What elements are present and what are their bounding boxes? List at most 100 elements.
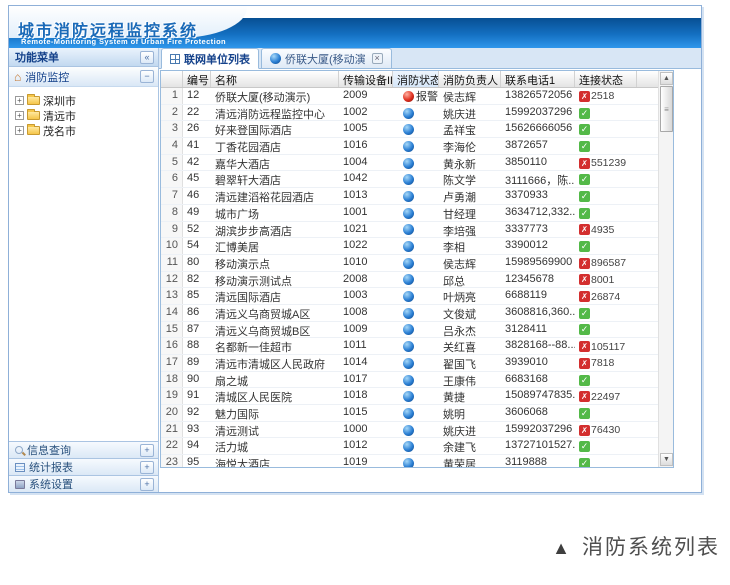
cell-connection: ✗7818 [575,355,637,371]
cell-fire-status [393,138,439,154]
cell-person: 侯志辉 [439,255,501,271]
table-row[interactable]: 645碧翠轩大酒店1042陈文学3111666，陈...✓ [161,171,658,188]
cell-name: 嘉华大酒店 [211,155,339,171]
normal-status-icon [403,224,414,235]
table-row[interactable]: 1789清远市清城区人民政府1014翟国飞3939010✗7818 [161,355,658,372]
table-row[interactable]: 1486清远义乌商贸城A区1008文俊斌3608816,360...✓ [161,305,658,322]
accordion-item-settings[interactable]: 系统设置 + [9,475,158,492]
scroll-thumb[interactable]: ≡ [660,86,673,132]
table-row[interactable]: 746清远建滔裕花园酒店1013卢勇潮3370933✓ [161,188,658,205]
tree-item-qingyuan[interactable]: + 清远市 [15,108,154,123]
col-number[interactable]: 编号 [183,71,211,87]
table-row[interactable]: 2294活力城1012余建飞13727101527...✓ [161,438,658,455]
col-filler [637,71,658,87]
accordion-expand-button[interactable]: + [140,478,154,491]
cell-person: 李培强 [439,222,501,238]
accordion-item-info-query[interactable]: 信息查询 + [9,441,158,458]
tab-network-units[interactable]: 联网单位列表 [161,48,259,69]
cell-name: 海悦大酒店 [211,455,339,467]
table-row[interactable]: 222清远消防远程监控中心1002姚庆进15992037296✓ [161,105,658,122]
cell-device-id: 1017 [339,372,393,388]
sidebar-title: 功能菜单 [15,49,140,65]
disconnected-cross-icon: ✗ [579,91,590,102]
accordion-item-statistics[interactable]: 统计报表 + [9,458,158,475]
table-row[interactable]: 2395海悦大酒店1019黄荣居3119888✓ [161,455,658,467]
table-row[interactable]: 2092魅力国际1015姚明3606068✓ [161,405,658,422]
col-person[interactable]: 消防负责人 [439,71,501,87]
table-row[interactable]: 441丁香花园酒店1016李海伦3872657✓ [161,138,658,155]
table-row[interactable]: 952湖滨步步高酒店1021李培强3337773✗4935 [161,222,658,239]
group-collapse-button[interactable]: − [140,70,154,83]
table-row[interactable]: 326好来登国际酒店1005孟祥宝15626666056✓ [161,121,658,138]
grid-vertical-scrollbar[interactable]: ▲ ≡ ▼ [658,71,673,467]
cell-connection: ✓ [575,188,637,204]
accordion-expand-button[interactable]: + [140,461,154,474]
cell-number: 95 [183,455,211,467]
normal-status-icon [403,375,414,386]
cell-number: 22 [183,105,211,121]
table-row[interactable]: 1282移动演示测试点2008邱总12345678✗8001 [161,272,658,289]
cell-name: 丁香花园酒店 [211,138,339,154]
cell-number: 90 [183,372,211,388]
table-row[interactable]: 1587清远义乌商贸城B区1009吕永杰3128411✓ [161,322,658,339]
tree-item-label: 深圳市 [43,93,76,109]
col-connection[interactable]: 连接状态 [575,71,637,87]
expand-icon[interactable]: + [15,111,24,120]
col-device-id[interactable]: 传输设备ID [339,71,393,87]
cell-row-index: 17 [161,355,183,371]
cell-telephone: 3608816,360... [501,305,575,321]
col-fire-status[interactable]: 消防状态 [393,71,439,87]
cell-row-index: 22 [161,438,183,454]
table-row[interactable]: 112侨联大厦(移动演示)2009报警侯志辉13826572056✗2518 [161,88,658,105]
cell-name: 清城区人民医院 [211,388,339,404]
cell-device-id: 1015 [339,405,393,421]
tree-item-shenzhen[interactable]: + 深圳市 [15,93,154,108]
fire-status-label: 报警 [416,88,438,103]
cell-row-index: 5 [161,155,183,171]
cell-filler [637,305,658,321]
cell-device-id: 1022 [339,238,393,254]
table-row[interactable]: 2193清远测试1000姚庆进15992037296✗76430 [161,422,658,439]
sidebar-collapse-button[interactable]: « [140,51,154,64]
table-row[interactable]: 542嘉华大酒店1004黄永新3850110✗551239 [161,155,658,172]
cell-number: 91 [183,388,211,404]
close-tab-icon[interactable]: × [372,53,383,64]
cell-number: 85 [183,288,211,304]
table-row[interactable]: 1991清城区人民医院1018黄捷15089747835...✗22497 [161,388,658,405]
table-row[interactable]: 1385清远国际酒店1003叶炳亮6688119✗26874 [161,288,658,305]
cell-person: 王康伟 [439,372,501,388]
table-row[interactable]: 1890扇之城1017王康伟6683168✓ [161,372,658,389]
city-tree: + 深圳市 + 清远市 + 茂名市 [9,87,158,441]
col-row-index[interactable] [161,71,183,87]
scroll-down-icon[interactable]: ▼ [660,453,673,466]
connection-count: 22497 [591,391,620,403]
cell-fire-status [393,438,439,454]
table-row[interactable]: 1688名都新一佳超市1011关红喜3828168--88...✗105117 [161,338,658,355]
sidebar-titlebar: 功能菜单 « [9,48,158,67]
search-icon [15,446,23,454]
cell-connection: ✓ [575,138,637,154]
expand-icon[interactable]: + [15,96,24,105]
figure-caption: ▲消防系统列表 [552,531,720,561]
cell-person: 黄永新 [439,155,501,171]
col-name[interactable]: 名称 [211,71,339,87]
cell-name: 清远市清城区人民政府 [211,355,339,371]
accordion-expand-button[interactable]: + [140,444,154,457]
table-row[interactable]: 1180移动演示点1010侯志辉15989569900✗896587 [161,255,658,272]
cell-name: 碧翠轩大酒店 [211,171,339,187]
expand-icon[interactable]: + [15,126,24,135]
col-telephone[interactable]: 联系电话1 [501,71,575,87]
table-row[interactable]: 849城市广场1001甘经理3634712,332...✓ [161,205,658,222]
tree-item-maoming[interactable]: + 茂名市 [15,123,154,138]
normal-status-icon [403,324,414,335]
cell-device-id: 1018 [339,388,393,404]
cell-connection: ✗896587 [575,255,637,271]
cell-filler [637,422,658,438]
scroll-up-icon[interactable]: ▲ [660,72,673,85]
disconnected-cross-icon: ✗ [579,274,590,285]
cell-telephone: 3939010 [501,355,575,371]
cell-connection: ✗8001 [575,272,637,288]
sidebar-group-fire-monitor[interactable]: ⌂ 消防监控 − [9,67,158,87]
tab-qiaolian-building[interactable]: 侨联大厦(移动演 × [261,48,392,68]
table-row[interactable]: 1054汇博美居1022李相3390012✓ [161,238,658,255]
